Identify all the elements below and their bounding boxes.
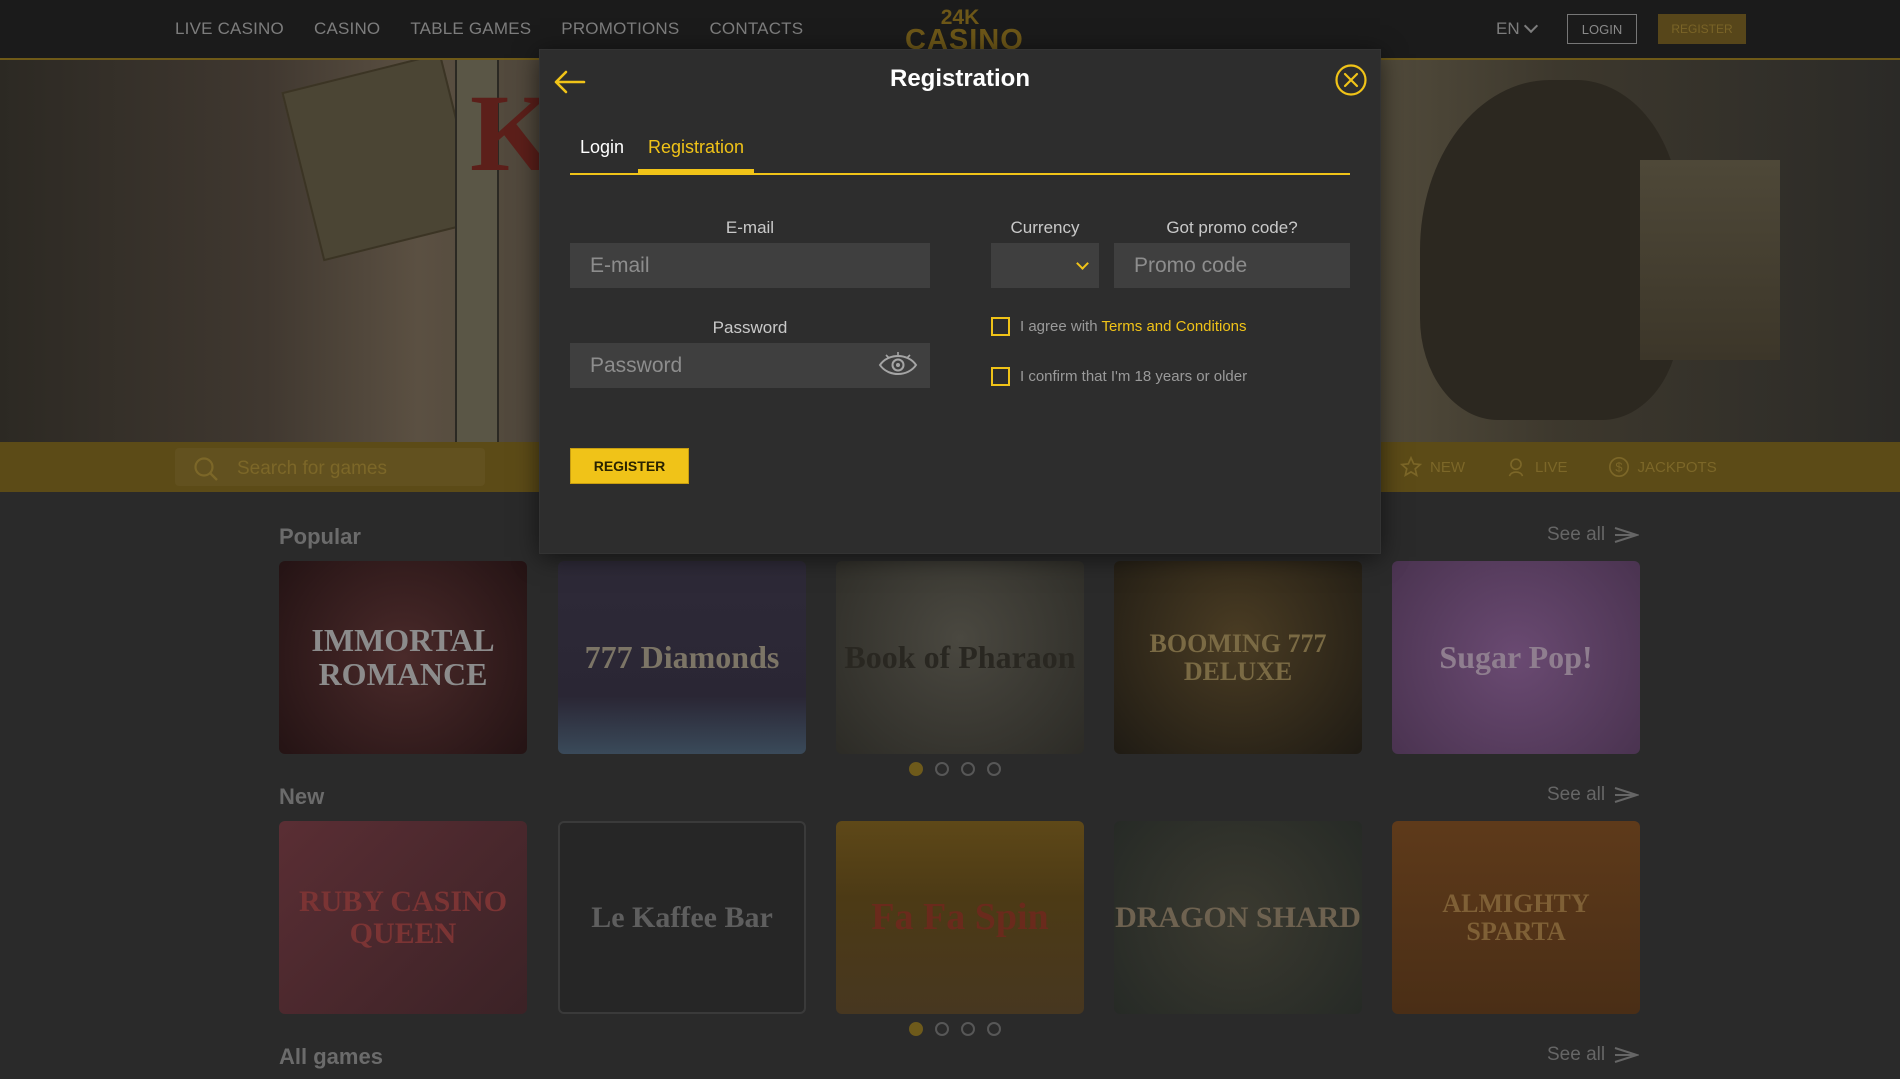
game-tile[interactable]: IMMORTAL ROMANCE [279,561,527,754]
game-title: DRAGON SHARD [1115,900,1361,934]
game-title: Book of Pharaon [844,638,1076,675]
section-title-popular: Popular [279,524,361,549]
carousel-dot[interactable] [909,1022,923,1036]
game-filters: NEW LIVE $ JACKPOTS [1400,456,1717,478]
game-title: Sugar Pop! [1439,638,1593,675]
game-title: 777 Diamonds [584,638,780,675]
age-checkbox-row: I confirm that I'm 18 years or older [991,367,1247,386]
game-title: Fa Fa Spin [871,895,1049,938]
email-field[interactable] [570,243,930,288]
hero-temple-art [1640,160,1780,360]
site-logo[interactable]: 24K CASINO [905,7,1023,55]
age-confirm-text: I confirm that I'm 18 years or older [1020,368,1248,385]
chevron-down-icon [1076,257,1089,270]
popular-carousel-dots [909,762,1001,776]
game-tile[interactable]: BOOMING 777 DELUXE [1114,561,1362,754]
header-register-button[interactable]: REGISTER [1658,14,1746,44]
game-title: ALMIGHTY SPARTA [1442,889,1590,946]
nav-casino[interactable]: CASINO [314,19,380,39]
nav-table-games[interactable]: TABLE GAMES [410,19,531,39]
new-carousel-dots [909,1022,1001,1036]
carousel-dot[interactable] [909,762,923,776]
email-label: E-mail [725,218,775,237]
game-tile[interactable]: Book of Pharaon [836,561,1084,754]
game-title: IMMORTAL ROMANCE [311,621,495,692]
language-selector[interactable]: EN [1496,18,1538,39]
password-label: Password [712,318,788,337]
terms-link[interactable]: Terms and Conditions [1101,318,1246,335]
password-field[interactable] [570,343,930,388]
terms-checkbox-row: I agree with Terms and Conditions [991,317,1247,336]
main-nav: LIVE CASINO CASINO TABLE GAMES PROMOTION… [175,19,803,39]
hero-slot-art [281,60,483,262]
star-icon [1400,456,1422,477]
filter-new[interactable]: NEW [1400,456,1465,478]
arrow-right-icon [1614,1047,1640,1063]
game-title: BOOMING 777 DELUXE [1149,629,1327,686]
filter-live[interactable]: LIVE [1505,456,1568,478]
game-title: RUBY CASINO QUEEN [298,885,508,950]
arrow-right-icon [1614,527,1640,543]
carousel-dot[interactable] [987,762,1001,776]
nav-contacts[interactable]: CONTACTS [709,19,803,39]
promo-label: Got promo code? [1166,218,1298,237]
modal-title: Registration [889,65,1030,92]
nav-live-casino[interactable]: LIVE CASINO [175,19,284,39]
game-tile[interactable]: Sugar Pop! [1392,561,1640,754]
game-tile[interactable]: ALMIGHTY SPARTA [1392,821,1640,1014]
game-tile[interactable]: RUBY CASINO QUEEN [279,821,527,1014]
carousel-dot[interactable] [935,762,949,776]
register-button[interactable]: REGISTER [570,448,689,484]
close-icon[interactable] [1334,63,1368,97]
filter-live-label: LIVE [1535,458,1568,476]
chevron-down-icon [1523,18,1538,34]
filter-jackpots[interactable]: $ JACKPOTS [1608,456,1717,478]
arrow-right-icon [1614,787,1640,803]
terms-text: I agree with Terms and Conditions [1020,318,1247,335]
terms-checkbox[interactable] [991,317,1010,336]
live-dealer-icon [1508,458,1524,477]
game-tile[interactable]: Le Kaffee Bar [558,821,806,1014]
see-all-popular-label: See all [1547,524,1606,545]
language-value: EN [1496,19,1520,38]
registration-modal: Registration Login Registration E-mail P… [540,50,1380,553]
section-title-new: New [279,784,325,809]
tab-login[interactable]: Login [580,137,624,171]
filter-jackpots-label: JACKPOTS [1637,458,1717,476]
carousel-dot[interactable] [961,1022,975,1036]
see-all-new-label: See all [1547,784,1606,805]
nav-promotions[interactable]: PROMOTIONS [561,19,679,39]
carousel-dot[interactable] [987,1022,1001,1036]
see-all-popular[interactable]: See all [1547,524,1640,546]
header-login-button[interactable]: LOGIN [1567,14,1637,44]
see-all-games[interactable]: See all [1547,1044,1640,1066]
section-title-all-games: All games [279,1044,383,1069]
search-icon [194,457,218,481]
currency-label: Currency [1010,218,1080,237]
age-confirm-checkbox[interactable] [991,367,1010,386]
game-title: Le Kaffee Bar [591,900,773,934]
filter-new-label: NEW [1430,458,1465,476]
carousel-dot[interactable] [935,1022,949,1036]
auth-tabs: Login Registration [570,137,1350,175]
show-password-eye-icon[interactable] [878,351,918,379]
see-all-games-label: See all [1547,1044,1606,1065]
carousel-dot[interactable] [961,762,975,776]
game-search-input[interactable]: Search for games [175,448,485,486]
dollar-coin-icon: $ [1608,457,1629,477]
search-placeholder: Search for games [237,458,387,479]
tab-registration[interactable]: Registration [638,137,755,173]
game-tile[interactable]: 777 Diamonds [558,561,806,754]
see-all-new[interactable]: See all [1547,784,1640,806]
game-tile[interactable]: Fa Fa Spin [836,821,1084,1014]
terms-prefix: I agree with [1020,318,1102,335]
currency-select[interactable] [991,243,1099,288]
svg-text:$: $ [1615,460,1622,475]
game-tile[interactable]: DRAGON SHARD [1114,821,1362,1014]
promo-code-field[interactable] [1114,243,1350,288]
